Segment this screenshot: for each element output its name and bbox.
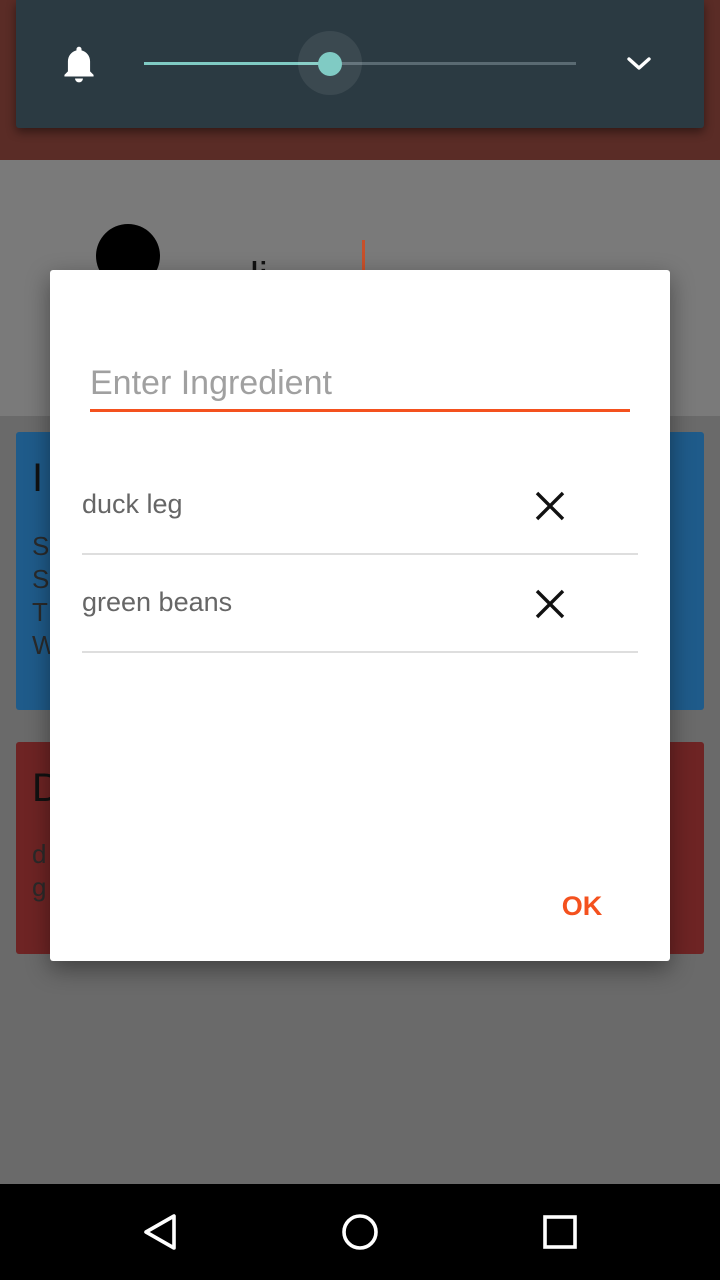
card-title: I <box>32 456 44 500</box>
app-text-cursor <box>362 240 365 272</box>
ingredient-dialog: duck leg green beans OK <box>50 270 670 961</box>
close-icon[interactable] <box>530 486 570 526</box>
volume-slider-thumb[interactable] <box>317 52 342 76</box>
ingredient-input[interactable] <box>90 358 630 412</box>
bell-icon[interactable] <box>60 44 98 86</box>
recents-square-icon[interactable] <box>536 1208 584 1256</box>
ingredient-name: green beans <box>82 587 233 617</box>
volume-slider[interactable] <box>144 31 576 95</box>
list-item: green beans <box>82 555 638 653</box>
card-line: d <box>32 839 47 869</box>
ingredient-name: duck leg <box>82 489 183 519</box>
chevron-down-icon[interactable] <box>624 52 654 74</box>
ok-button[interactable]: OK <box>550 882 614 930</box>
home-circle-icon[interactable] <box>336 1208 384 1256</box>
volume-panel <box>16 0 704 128</box>
card-text: d g <box>32 838 46 904</box>
back-triangle-icon[interactable] <box>136 1208 184 1256</box>
close-icon[interactable] <box>530 584 570 624</box>
ingredient-list: duck leg green beans <box>82 457 638 653</box>
card-line: g <box>32 872 47 902</box>
navigation-bar <box>0 1184 720 1280</box>
list-item: duck leg <box>82 457 638 555</box>
